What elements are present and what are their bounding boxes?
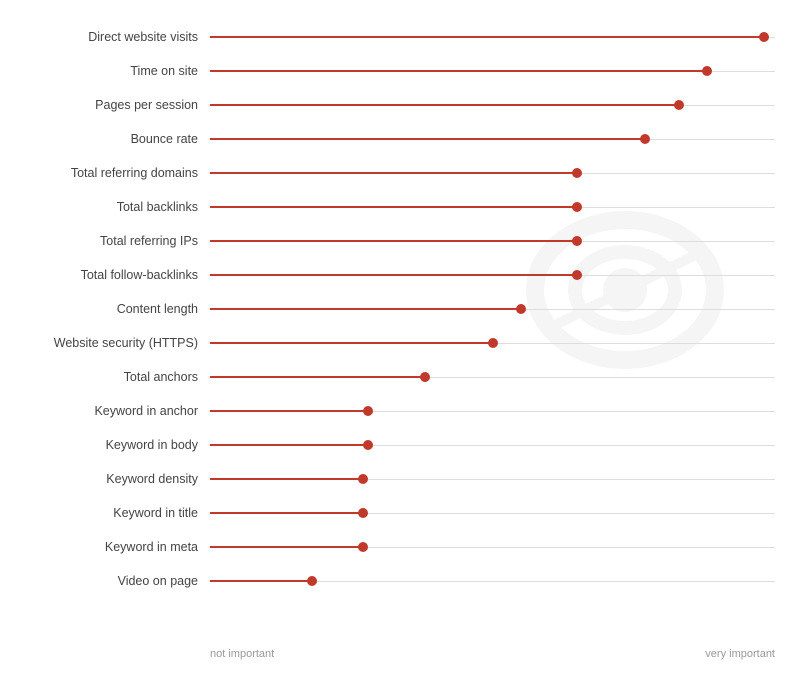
bar-line	[210, 70, 707, 72]
row-track	[210, 530, 775, 564]
chart-row: Keyword in meta	[10, 530, 775, 564]
row-label: Bounce rate	[10, 132, 210, 146]
bar-line	[210, 36, 764, 38]
row-label: Video on page	[10, 574, 210, 588]
chart-row: Total follow-backlinks	[10, 258, 775, 292]
row-track	[210, 224, 775, 258]
bar-line	[210, 172, 577, 174]
dot-marker	[572, 202, 582, 212]
row-label: Total anchors	[10, 370, 210, 384]
bar-line	[210, 478, 363, 480]
row-label: Keyword in title	[10, 506, 210, 520]
dot-marker	[307, 576, 317, 586]
bar-line	[210, 410, 368, 412]
row-track	[210, 394, 775, 428]
row-label: Keyword in anchor	[10, 404, 210, 418]
dot-marker	[702, 66, 712, 76]
row-label: Total backlinks	[10, 200, 210, 214]
dot-marker	[572, 270, 582, 280]
row-label: Total referring domains	[10, 166, 210, 180]
row-track	[210, 122, 775, 156]
row-label: Content length	[10, 302, 210, 316]
row-track	[210, 156, 775, 190]
chart-row: Pages per session	[10, 88, 775, 122]
row-label: Keyword density	[10, 472, 210, 486]
row-track	[210, 564, 775, 598]
row-track	[210, 258, 775, 292]
row-track	[210, 20, 775, 54]
row-track	[210, 54, 775, 88]
bar-line	[210, 308, 521, 310]
bar-line	[210, 138, 645, 140]
dot-marker	[640, 134, 650, 144]
axis-label-left: not important	[210, 648, 274, 660]
dot-marker	[358, 508, 368, 518]
row-label: Total referring IPs	[10, 234, 210, 248]
row-track	[210, 360, 775, 394]
dot-marker	[420, 372, 430, 382]
chart-row: Video on page	[10, 564, 775, 598]
row-track	[210, 496, 775, 530]
dot-marker	[363, 406, 373, 416]
row-label: Keyword in body	[10, 438, 210, 452]
row-track	[210, 292, 775, 326]
dot-marker	[572, 168, 582, 178]
chart-row: Time on site	[10, 54, 775, 88]
dot-marker	[358, 542, 368, 552]
chart-area: Direct website visits Time on site Pages p…	[10, 20, 775, 640]
dot-marker	[759, 32, 769, 42]
row-label: Total follow-backlinks	[10, 268, 210, 282]
bar-line	[210, 376, 425, 378]
dot-marker	[572, 236, 582, 246]
row-track	[210, 88, 775, 122]
chart-container: Direct website visits Time on site Pages p…	[0, 0, 805, 690]
row-label: Time on site	[10, 64, 210, 78]
chart-row: Keyword in anchor	[10, 394, 775, 428]
bar-line	[210, 342, 493, 344]
chart-row: Website security (HTTPS)	[10, 326, 775, 360]
axis-label-right: very important	[705, 648, 775, 660]
dot-marker	[363, 440, 373, 450]
dot-marker	[516, 304, 526, 314]
row-label: Keyword in meta	[10, 540, 210, 554]
chart-row: Total anchors	[10, 360, 775, 394]
chart-row: Keyword in body	[10, 428, 775, 462]
axis-labels: not important very important	[10, 648, 775, 660]
bar-line	[210, 206, 577, 208]
row-label: Direct website visits	[10, 30, 210, 44]
row-label: Pages per session	[10, 98, 210, 112]
bar-line	[210, 580, 312, 582]
chart-row: Total backlinks	[10, 190, 775, 224]
chart-row: Content length	[10, 292, 775, 326]
bar-line	[210, 546, 363, 548]
bar-line	[210, 444, 368, 446]
row-track	[210, 462, 775, 496]
dot-marker	[674, 100, 684, 110]
chart-row: Bounce rate	[10, 122, 775, 156]
chart-row: Keyword in title	[10, 496, 775, 530]
row-track	[210, 190, 775, 224]
bar-line	[210, 240, 577, 242]
bar-line	[210, 104, 679, 106]
chart-row: Direct website visits	[10, 20, 775, 54]
bar-line	[210, 274, 577, 276]
row-label: Website security (HTTPS)	[10, 336, 210, 350]
row-track	[210, 428, 775, 462]
chart-row: Total referring domains	[10, 156, 775, 190]
bar-line	[210, 512, 363, 514]
chart-row: Keyword density	[10, 462, 775, 496]
dot-marker	[488, 338, 498, 348]
row-track	[210, 326, 775, 360]
dot-marker	[358, 474, 368, 484]
chart-row: Total referring IPs	[10, 224, 775, 258]
